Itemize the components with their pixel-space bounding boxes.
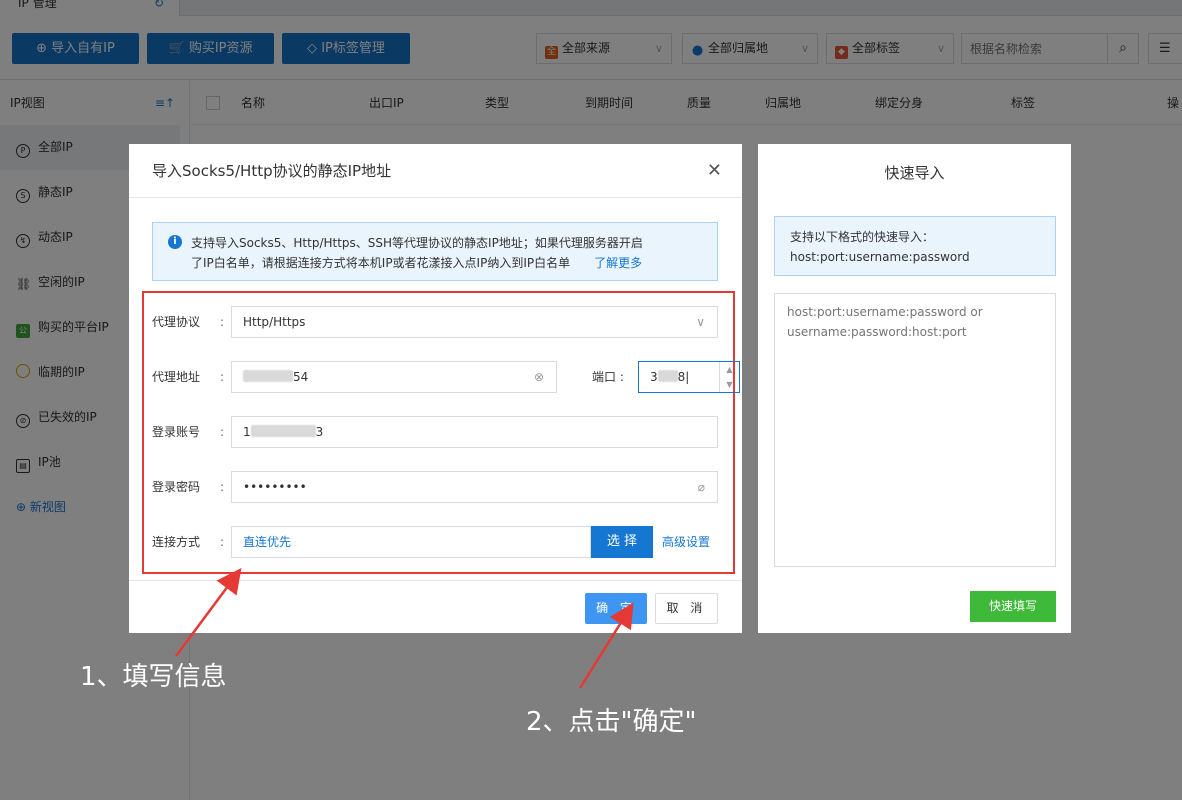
account-value-suffix: 3: [315, 425, 324, 439]
quick-fill-button[interactable]: 快速填写: [970, 591, 1056, 622]
advanced-settings-link[interactable]: 高级设置: [662, 526, 710, 558]
port-value-prefix: 3: [650, 370, 658, 384]
protocol-label: 代理协议: [152, 315, 201, 329]
choose-button-label: 选 择: [606, 534, 638, 549]
cancel-button-label: 取 消: [666, 601, 707, 615]
account-row: 登录账号 : 13: [152, 416, 718, 448]
close-icon[interactable]: ✕: [707, 144, 722, 198]
connection-label: 连接方式: [152, 535, 201, 549]
account-value-prefix: 1: [243, 425, 251, 439]
confirm-button-label: 确 定: [596, 601, 636, 615]
colon: :: [220, 370, 225, 384]
eye-off-icon[interactable]: ⌀: [698, 472, 705, 502]
dialog-footer: 确 定 取 消: [129, 580, 742, 633]
cancel-button[interactable]: 取 消: [655, 593, 718, 624]
info-notice: i 支持导入Socks5、Http/Https、SSH等代理协议的静态IP地址；…: [152, 222, 718, 281]
info-icon: i: [168, 235, 182, 249]
quick-tip-line-2: host:port:username:password: [790, 250, 970, 264]
learn-more-link[interactable]: 了解更多: [594, 256, 642, 270]
redacted-text: [250, 425, 316, 437]
annotation-step-1: 1、填写信息: [80, 662, 227, 692]
password-input[interactable]: ••••••••• ⌀: [231, 471, 718, 503]
redacted-text: [243, 370, 293, 382]
quick-import-textarea[interactable]: [774, 293, 1056, 567]
quick-import-title: 快速导入: [884, 164, 945, 182]
dialog-title: 导入Socks5/Http协议的静态IP地址: [152, 162, 392, 180]
chevron-down-icon: ∨: [696, 315, 705, 329]
colon: :: [220, 425, 225, 439]
colon: :: [220, 315, 225, 329]
password-value: •••••••••: [243, 480, 307, 494]
confirm-button[interactable]: 确 定: [585, 593, 647, 624]
connection-mode-value: 直连优先: [243, 535, 292, 549]
address-label: 代理地址: [152, 370, 201, 384]
redacted-text: [657, 370, 678, 382]
account-input[interactable]: 13: [231, 416, 718, 448]
port-value-suffix: 8: [677, 370, 686, 384]
choose-button[interactable]: 选 择: [591, 526, 653, 558]
password-row: 登录密码 : ••••••••• ⌀: [152, 471, 718, 503]
notice-line-1: 支持导入Socks5、Http/Https、SSH等代理协议的静态IP地址；如果…: [191, 236, 643, 250]
protocol-select[interactable]: Http/Https ∨: [231, 306, 718, 338]
import-static-ip-dialog: 导入Socks5/Http协议的静态IP地址 ✕ i 支持导入Socks5、Ht…: [129, 144, 742, 633]
colon: :: [220, 480, 225, 494]
connection-row: 连接方式 : 直连优先 选 择 高级设置: [152, 526, 718, 558]
address-value: 54: [293, 370, 309, 384]
address-input[interactable]: 54 ⊗: [231, 361, 557, 393]
quick-import-panel: 快速导入 支持以下格式的快速导入： host:port:username:pas…: [758, 144, 1071, 633]
quick-tip-line-1: 支持以下格式的快速导入：: [790, 230, 935, 244]
notice-line-2: 了IP白名单，请根据连接方式将本机IP或者花漾接入点IP纳入到IP白名单: [191, 256, 571, 270]
port-label-text: 端口: [592, 370, 617, 384]
password-label: 登录密码: [152, 480, 201, 494]
protocol-row: 代理协议 : Http/Https ∨: [152, 306, 718, 338]
quick-import-tip: 支持以下格式的快速导入： host:port:username:password: [774, 216, 1056, 276]
clear-icon[interactable]: ⊗: [534, 362, 544, 392]
account-label: 登录账号: [152, 425, 201, 439]
protocol-value: Http/Https: [243, 315, 306, 329]
connection-mode-field[interactable]: 直连优先: [231, 526, 591, 558]
port-input[interactable]: 3 8| ▲ ▼: [638, 361, 740, 393]
port-stepper[interactable]: ▲ ▼: [719, 362, 739, 392]
port-label: 端口 :: [592, 370, 624, 384]
address-row: 代理地址 : 54 ⊗ 端口 : 3 8| ▲ ▼: [152, 361, 740, 393]
colon: :: [220, 535, 225, 549]
annotation-step-2: 2、点击"确定": [526, 707, 697, 737]
quick-fill-label: 快速填写: [988, 599, 1037, 613]
dialog-title-bar: 导入Socks5/Http协议的静态IP地址 ✕: [129, 144, 742, 198]
